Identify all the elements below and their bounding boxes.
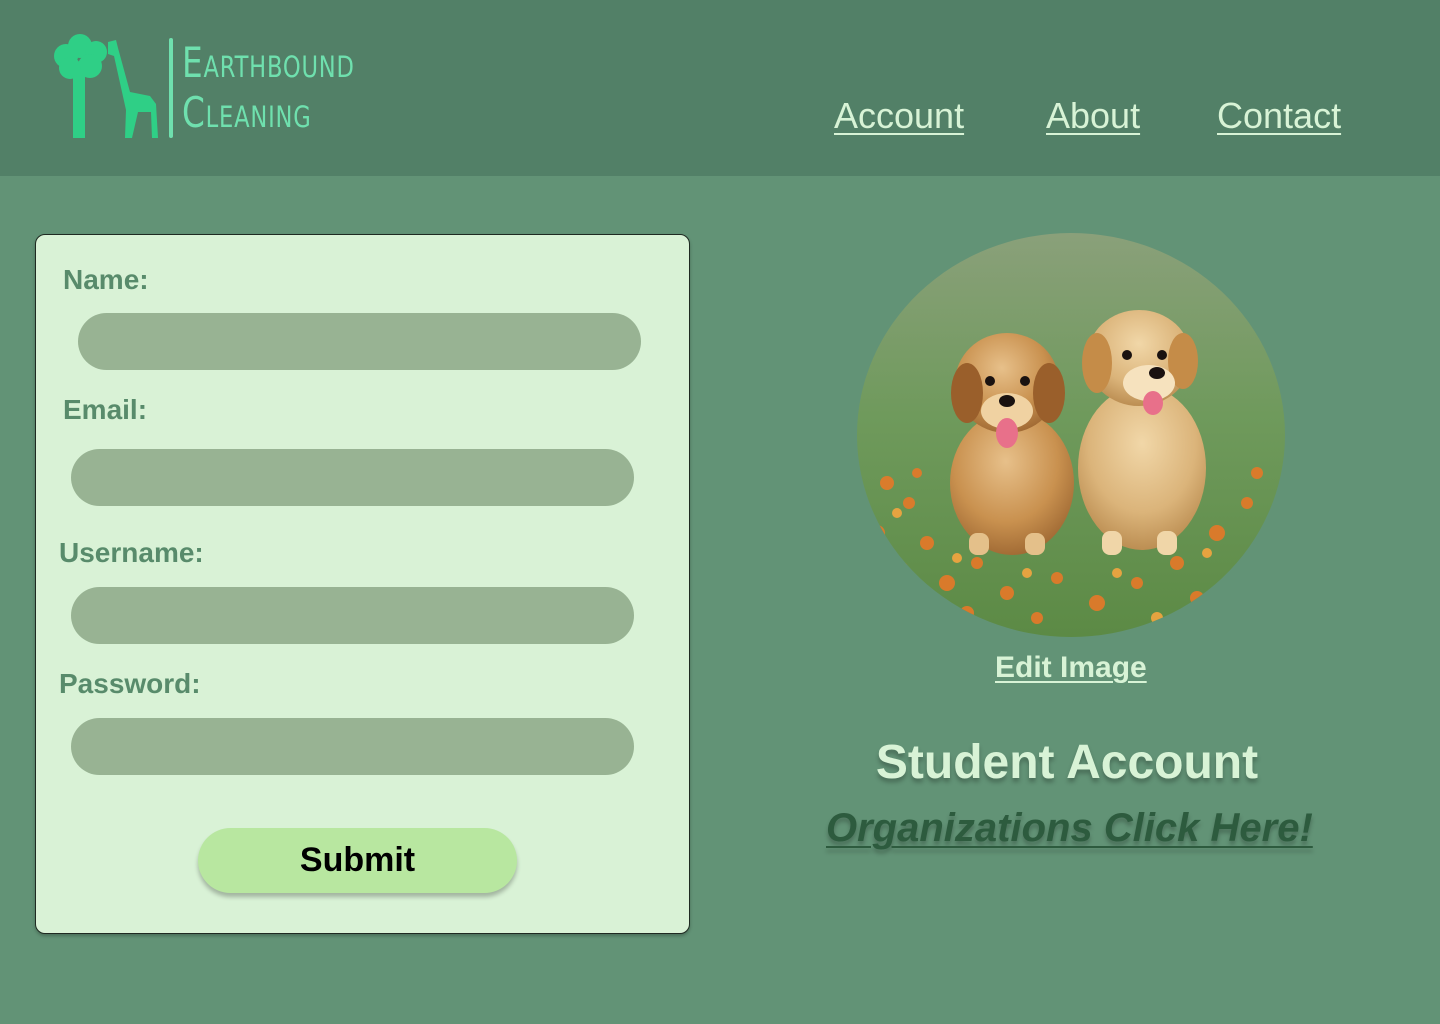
email-label: Email: [63, 394, 148, 425]
name-label: Name: [63, 264, 149, 295]
account-type-heading: Student Account [875, 736, 1259, 789]
nav-link-account[interactable]: Account [834, 94, 964, 138]
site-header: Earthbound Cleaning Account About Contac… [0, 0, 1440, 176]
account-form: Name: Email: Username: Password: Submit [35, 234, 690, 934]
nav-link-contact[interactable]: Contact [1217, 94, 1341, 138]
password-label: Password: [59, 668, 201, 699]
username-field[interactable] [71, 587, 634, 644]
organizations-link[interactable]: Organizations Click Here! [826, 803, 1313, 853]
name-field[interactable] [78, 313, 641, 370]
password-field[interactable] [71, 718, 634, 775]
submit-button[interactable]: Submit [198, 828, 517, 893]
email-field[interactable] [71, 449, 634, 506]
edit-image-link[interactable]: Edit Image [995, 651, 1147, 684]
nav-link-about[interactable]: About [1046, 94, 1140, 138]
main-nav: Account About Contact [0, 94, 1440, 144]
username-label: Username: [59, 537, 204, 568]
profile-image [857, 233, 1285, 637]
puppies-photo [857, 233, 1285, 637]
brand-name-line1: Earthbound [182, 38, 355, 87]
